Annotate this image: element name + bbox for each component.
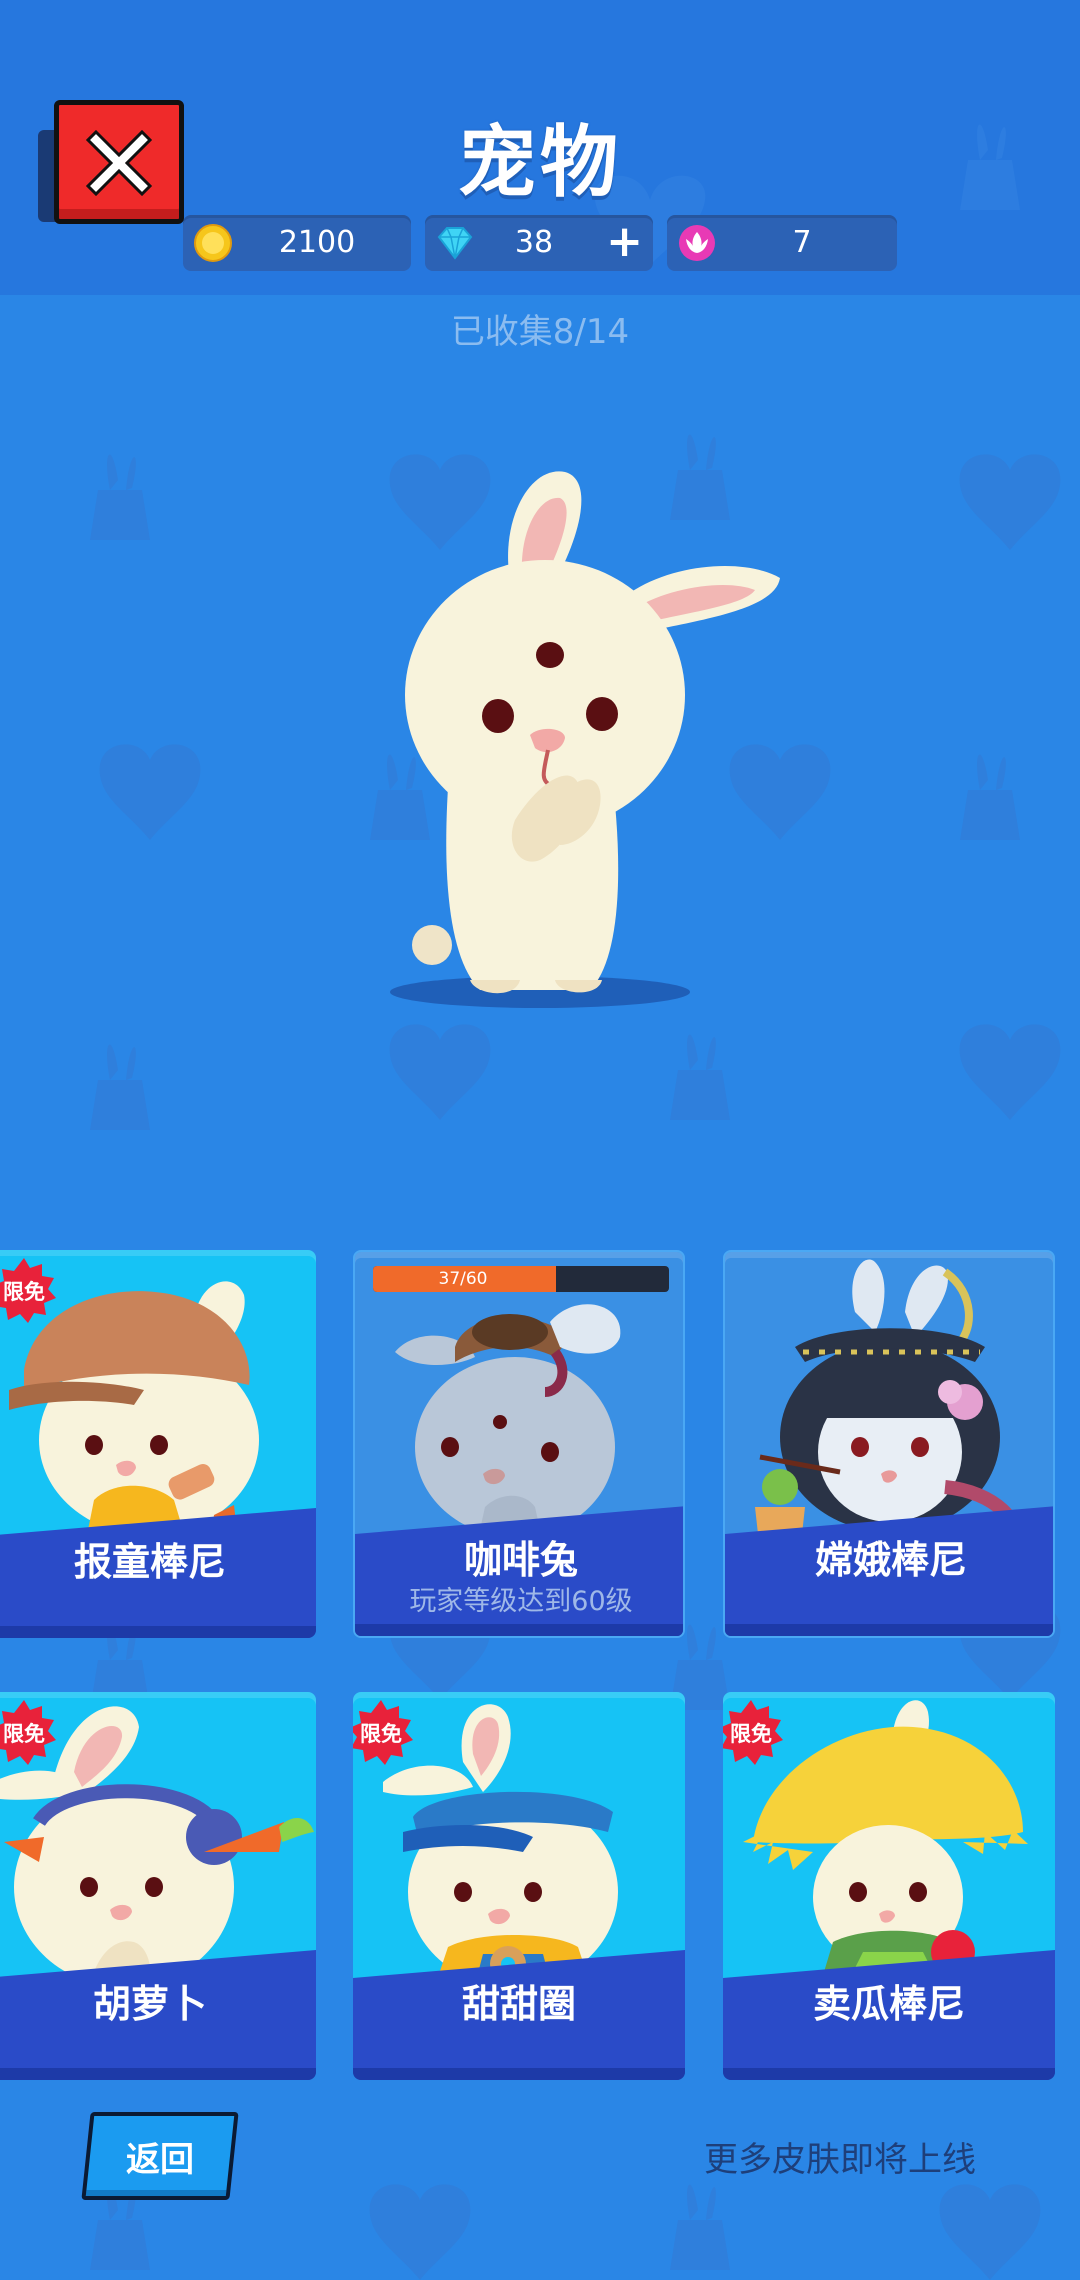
lotus-counter: 7	[667, 215, 897, 271]
pet-name: 胡萝卜	[92, 1982, 207, 2026]
pet-name: 报童棒尼	[73, 1540, 226, 1584]
collected-count: 已收集8/14	[450, 312, 630, 352]
badge-label: 限免	[3, 1722, 45, 1746]
free-badge: 限免	[0, 1698, 58, 1766]
pet-card-melon[interactable]: 卖瓜棒尼 限免	[723, 1692, 1055, 2080]
more-skins-notice: 更多皮肤即将上线	[704, 2140, 976, 2180]
close-button[interactable]	[38, 92, 184, 224]
pet-name: 嫦娥棒尼	[814, 1538, 967, 1582]
gem-value: 38	[514, 225, 554, 260]
level-progress-bar: 37/60	[373, 1266, 669, 1292]
unlock-requirement: 玩家等级达到60级	[409, 1586, 633, 1617]
gem-counter: 38 +	[425, 215, 653, 271]
lotus-value: 7	[792, 225, 812, 260]
plus-icon[interactable]: +	[606, 217, 643, 267]
coin-counter: 2100	[183, 215, 411, 271]
coin-value: 2100	[278, 225, 356, 260]
close-button-face[interactable]	[54, 100, 184, 224]
pet-card-change[interactable]: 嫦娥棒尼	[723, 1250, 1055, 1638]
free-badge: 限免	[723, 1698, 785, 1766]
pet-card-newsboy[interactable]: 报童棒尼 限免	[0, 1250, 316, 1638]
pet-card-coffee[interactable]: 37/60 咖啡兔 玩家等级达到60级	[353, 1250, 685, 1638]
pet-card-donut[interactable]: 甜甜圈 限免	[353, 1692, 685, 2080]
level-progress-text: 37/60	[438, 1269, 488, 1289]
pet-name: 咖啡兔	[463, 1538, 578, 1582]
badge-label: 限免	[360, 1722, 402, 1746]
free-badge: 限免	[353, 1698, 415, 1766]
coin-icon	[194, 224, 232, 262]
pet-name: 甜甜圈	[461, 1982, 576, 2026]
lotus-icon	[679, 225, 715, 261]
main-pet-bunny	[390, 471, 780, 1008]
free-badge: 限免	[0, 1256, 58, 1324]
badge-label: 限免	[730, 1722, 772, 1746]
close-x-icon	[86, 130, 152, 196]
pet-card-carrot[interactable]: 胡萝卜 限免	[0, 1692, 316, 2080]
diamond-icon	[437, 227, 473, 260]
back-button-label: 返回	[126, 2140, 194, 2180]
badge-label: 限免	[3, 1280, 45, 1304]
pet-name: 卖瓜棒尼	[812, 1982, 965, 2026]
back-button[interactable]: 返回	[81, 2112, 239, 2200]
